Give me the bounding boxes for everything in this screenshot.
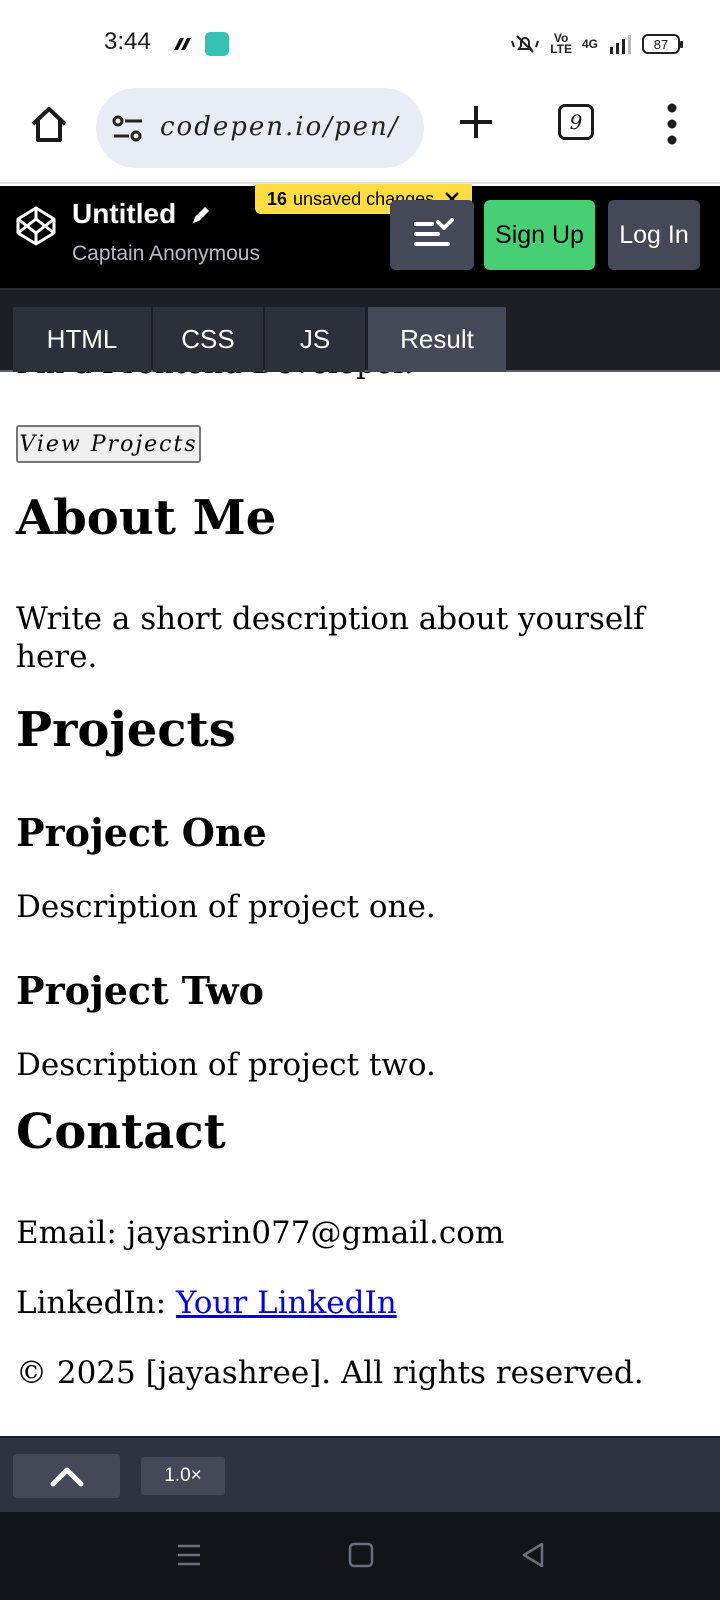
tab-switcher-button[interactable]: 9 [558,104,594,140]
status-bar: 3:44 Vo LTE 4G 87 [0,0,720,80]
pen-title[interactable]: Untitled [72,198,176,230]
log-in-button[interactable]: Log In [608,200,700,270]
pen-author: Captain Anonymous [72,242,260,265]
silent-bell-icon [511,35,540,53]
status-indicators: Vo LTE 4G 87 [510,30,683,58]
contact-heading: Contact [16,1104,226,1160]
back-icon[interactable] [520,1542,546,1568]
zoom-level-badge[interactable]: 1.0× [141,1457,225,1495]
status-time: 3:44 [104,28,151,55]
linkedin-label: LinkedIn: [16,1285,176,1321]
project-two-title: Project Two [16,968,264,1013]
system-navigation-bar [0,1512,720,1600]
tab-css[interactable]: CSS [153,307,263,372]
intro-text: I'm a Frontend Developer. [16,372,414,381]
edit-title-icon[interactable] [190,204,212,226]
recent-apps-icon[interactable] [176,1542,202,1568]
layout-menu-icon [414,218,454,246]
about-text: Write a short description about yourself… [16,601,645,675]
network-type: 4G [581,36,598,51]
home-icon[interactable] [28,104,70,146]
project-two-desc: Description of project two. [16,1047,436,1083]
codepen-logo-icon[interactable] [14,204,58,248]
browser-toolbar: codepen.io/pen/ 9 [0,80,720,184]
editor-tabs: HTML CSS JS Result [0,288,720,372]
email-line: Email: jayasrin077@gmail.com [16,1215,505,1251]
result-preview: I'm a Frontend Developer. View Projects … [0,372,720,1436]
site-settings-icon[interactable] [112,114,144,144]
volte-indicator: Vo LTE [550,31,572,56]
project-one-title: Project One [16,810,267,855]
tab-html[interactable]: HTML [13,307,151,372]
more-options-icon[interactable] [664,102,680,146]
linkedin-line: LinkedIn: Your LinkedIn [16,1284,706,1322]
url-text: codepen.io/pen/ [160,112,400,142]
expand-editor-button[interactable] [13,1454,120,1498]
codepen-header: Untitled Captain Anonymous 16 unsaved ch… [0,184,720,288]
chevron-up-icon [50,1467,84,1487]
unsaved-count: 16 [267,188,288,209]
view-projects-button[interactable]: View Projects [16,425,201,463]
tab-result[interactable]: Result [368,307,506,372]
home-nav-icon[interactable] [348,1542,374,1568]
about-heading: About Me [16,490,277,546]
new-tab-icon[interactable] [456,102,496,142]
tab-js[interactable]: JS [265,307,365,372]
codepen-footer-bar: 1.0× [0,1436,720,1512]
sign-up-button[interactable]: Sign Up [484,200,595,270]
battery-icon: 87 [642,34,683,54]
address-bar[interactable]: codepen.io/pen/ [96,88,424,168]
app-notification-icon [174,38,191,50]
linkedin-link[interactable]: Your LinkedIn [176,1285,397,1321]
change-view-button[interactable] [390,200,474,270]
footer-text: © 2025 [jayashree]. All rights reserved. [16,1355,644,1391]
projects-heading: Projects [16,702,236,758]
signal-icon [610,35,631,54]
chat-app-notification-icon [205,32,229,56]
project-one-desc: Description of project one. [16,889,436,925]
